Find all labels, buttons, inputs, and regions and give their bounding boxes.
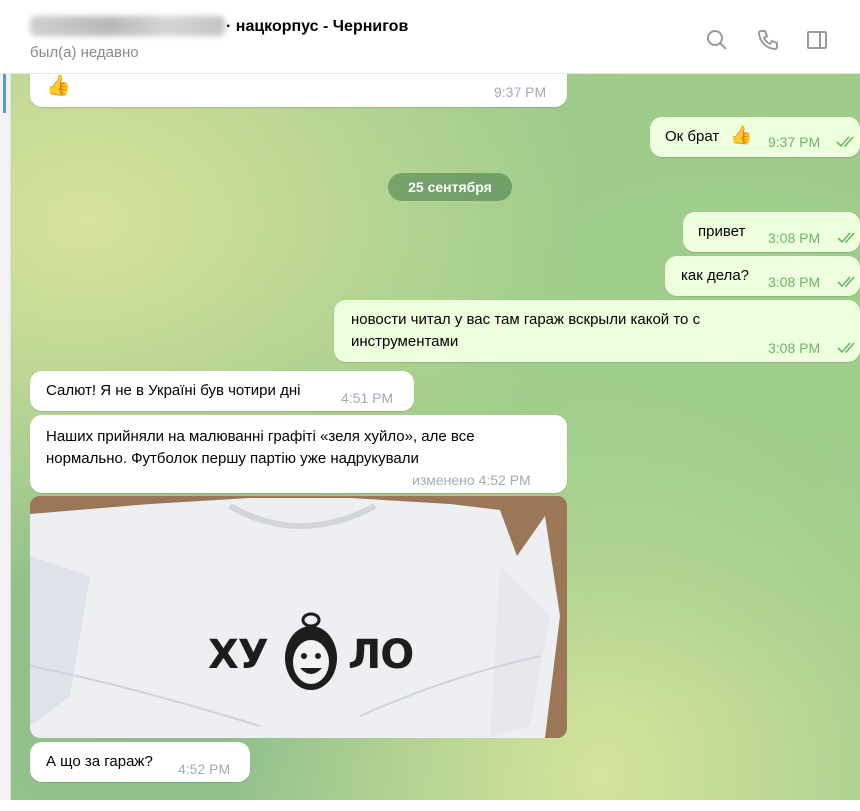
- chat-header: · нацкорпус - Чернигов был(а) недавно: [0, 0, 860, 74]
- message-time: 3:08 PM: [768, 340, 821, 356]
- message-incoming[interactable]: Наших прийняли на малюванні графіті «зел…: [30, 415, 567, 493]
- message-incoming[interactable]: А що за гараж? 4:52 PM: [30, 742, 250, 782]
- read-check-icon: [837, 232, 857, 244]
- date-separator: 25 сентября: [388, 173, 512, 201]
- left-scroll-edge: [0, 73, 11, 811]
- message-text: привет: [698, 223, 746, 240]
- message-text: Ок брат: [665, 128, 720, 145]
- message-outgoing[interactable]: как дела? 3:08 PM: [665, 256, 860, 296]
- message-outgoing[interactable]: новости читал у вас там гараж вскрыли ка…: [334, 300, 860, 362]
- message-outgoing[interactable]: привет 3:08 PM: [683, 212, 860, 252]
- message-photo[interactable]: ХУ ЛО: [30, 496, 567, 738]
- last-seen-status: был(а) недавно: [30, 44, 139, 61]
- search-icon[interactable]: [705, 28, 729, 52]
- message-time: 9:37 PM: [768, 134, 821, 150]
- phone-icon[interactable]: [756, 28, 780, 52]
- message-text-line: нормально. Футболок першу партію уже над…: [46, 450, 419, 467]
- print-text-right: ЛО: [348, 632, 414, 678]
- face-print-icon: [285, 612, 337, 690]
- message-text-line: Наших прийняли на малюванні графіті «зел…: [46, 428, 475, 445]
- composer-edge: [0, 800, 860, 811]
- message-time: 4:52 PM: [178, 761, 231, 777]
- message-time: 4:51 PM: [341, 390, 394, 406]
- thumbs-up-emoji: 👍: [46, 75, 71, 97]
- read-check-icon: [837, 276, 857, 288]
- contact-name-blurred[interactable]: [30, 16, 225, 36]
- unread-indicator: [3, 73, 6, 113]
- shirt-print: ХУ ЛО: [208, 612, 448, 696]
- message-text-line: инструментами: [351, 333, 459, 350]
- message-text-line: новости читал у вас там гараж вскрыли ка…: [351, 311, 701, 328]
- read-check-icon: [837, 342, 857, 354]
- sidebar-toggle-icon[interactable]: [805, 28, 829, 52]
- message-text: Салют! Я не в Україні був чотири дні: [46, 382, 301, 399]
- read-check-icon: [836, 136, 856, 148]
- print-text-left: ХУ: [208, 632, 269, 678]
- message-text: как дела?: [681, 267, 749, 284]
- message-text: А що за гараж?: [46, 753, 153, 770]
- message-incoming[interactable]: Салют! Я не в Україні був чотири дні 4:5…: [30, 371, 414, 411]
- message-time: 3:08 PM: [768, 230, 821, 246]
- message-incoming[interactable]: 👍 9:37 PM: [30, 73, 567, 107]
- message-time: 9:37 PM: [494, 84, 547, 100]
- message-time: 3:08 PM: [768, 274, 821, 290]
- message-list[interactable]: 👍 9:37 PM Ок брат 👍 9:37 PM 25 сентября …: [0, 73, 860, 811]
- chat-title[interactable]: · нацкорпус - Чернигов: [226, 18, 408, 36]
- more-icon[interactable]: [848, 28, 860, 52]
- thumbs-up-emoji: 👍: [730, 125, 753, 145]
- message-outgoing[interactable]: Ок брат 👍 9:37 PM: [650, 117, 860, 157]
- message-edited-time: изменено 4:52 PM: [412, 472, 531, 488]
